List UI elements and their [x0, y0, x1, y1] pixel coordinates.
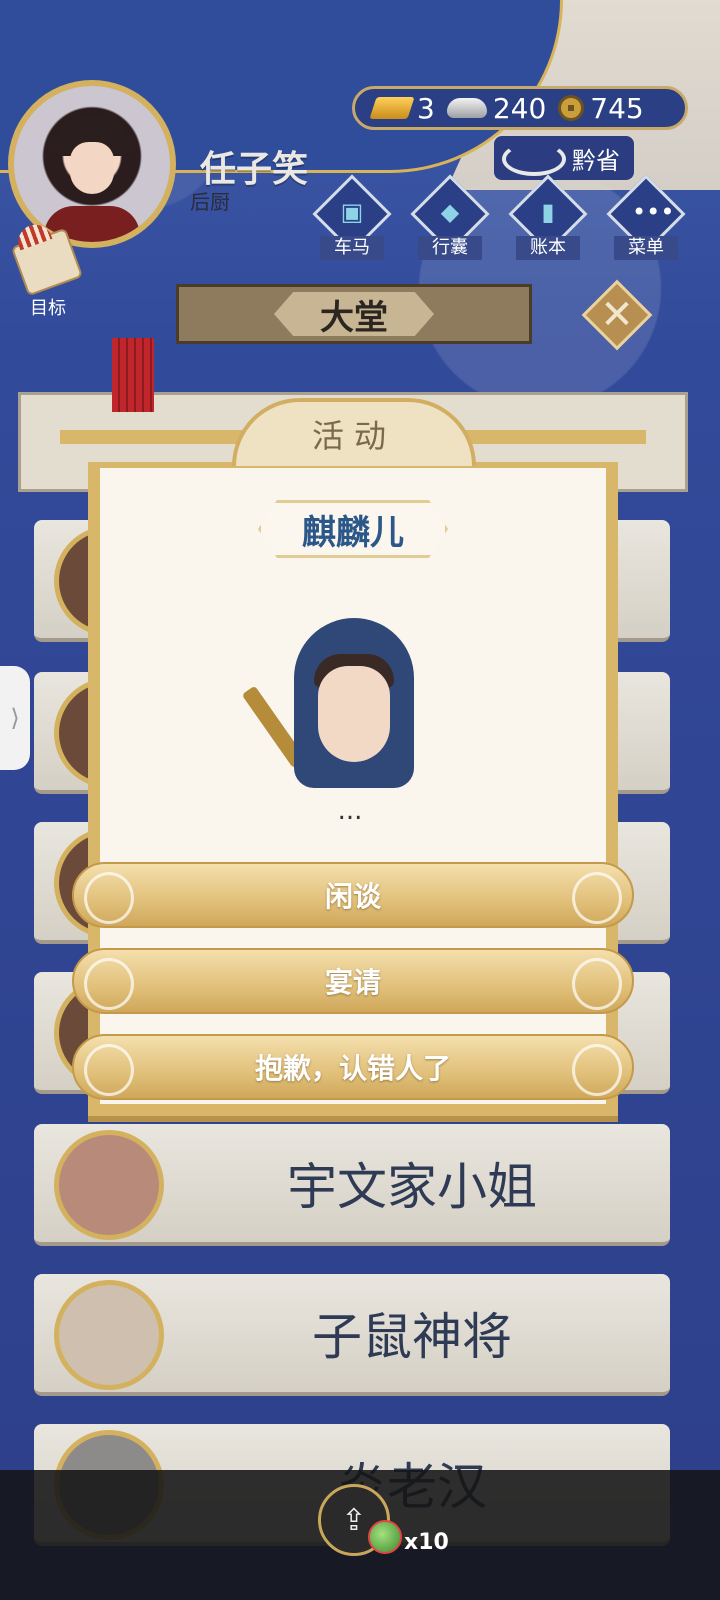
- menu-more-button[interactable]: ••• 菜单: [606, 174, 686, 260]
- menu-ledger-button[interactable]: ▮ 账本: [508, 174, 588, 260]
- currency-bar: 3 240 745: [352, 86, 688, 130]
- goal-button[interactable]: 目标: [10, 227, 84, 320]
- player-name: 任子笑: [200, 149, 309, 190]
- silver-amount: 240: [492, 91, 547, 125]
- region-label: 黔省: [572, 146, 620, 175]
- map-icon: [502, 142, 566, 176]
- copper-coin-icon: [558, 95, 585, 121]
- apologize-option-button[interactable]: 抱歉，认错人了: [72, 1034, 634, 1100]
- visitor-name: 子鼠神将: [312, 1308, 512, 1366]
- gold-bar-icon: [369, 97, 415, 119]
- goal-label: 目标: [30, 298, 66, 319]
- ledger-icon: ▮: [541, 198, 555, 226]
- silver-ingot-icon: [446, 98, 487, 118]
- menu-label: 车马: [320, 236, 384, 260]
- side-drawer-tab[interactable]: ⟩: [0, 666, 30, 770]
- bag-icon: ◆: [440, 198, 460, 226]
- visitor-portrait: [54, 1130, 164, 1240]
- npc-name: 麒麟儿: [258, 500, 448, 558]
- menu-bag-button[interactable]: ◆ 行囊: [410, 174, 490, 260]
- feast-option-button[interactable]: 宴请: [72, 948, 634, 1014]
- jade-reward-icon: [368, 1520, 402, 1554]
- menu-carriage-button[interactable]: ▣ 车马: [312, 174, 392, 260]
- visitor-card[interactable]: 宇文家小姐: [34, 1124, 670, 1246]
- carriage-icon: ▣: [340, 198, 364, 226]
- more-icon: •••: [632, 198, 675, 226]
- activity-dialog: [88, 462, 618, 1122]
- menu-label: 账本: [516, 236, 580, 260]
- dialog-header: 活动: [60, 398, 646, 468]
- share-reward-count: x10: [404, 1530, 449, 1555]
- menu-label: 菜单: [614, 236, 678, 260]
- share-icon: ⇪: [341, 1502, 367, 1538]
- npc-dialogue: ...: [337, 796, 363, 826]
- close-icon: ✕: [600, 292, 634, 338]
- visitor-portrait: [54, 1280, 164, 1390]
- npc-portrait: [241, 612, 426, 792]
- top-menu: ▣ 车马 ◆ 行囊 ▮ 账本 ••• 菜单: [312, 174, 686, 260]
- chat-option-button[interactable]: 闲谈: [72, 862, 634, 928]
- player-role: 后厨: [190, 190, 230, 214]
- coin-amount: 745: [590, 91, 644, 125]
- player-avatar[interactable]: [8, 80, 176, 248]
- menu-label: 行囊: [418, 236, 482, 260]
- visitor-card[interactable]: 子鼠神将: [34, 1274, 670, 1396]
- region-button[interactable]: 黔省: [494, 136, 634, 180]
- scroll-icon: [10, 227, 84, 297]
- hall-title: 大堂: [274, 292, 434, 336]
- hall-banner: 大堂: [176, 284, 532, 344]
- gold-amount: 3: [417, 91, 435, 125]
- chevron-right-icon: ⟩: [10, 704, 20, 732]
- visitor-name: 宇文家小姐: [287, 1158, 537, 1216]
- dialog-title: 活动: [232, 398, 476, 466]
